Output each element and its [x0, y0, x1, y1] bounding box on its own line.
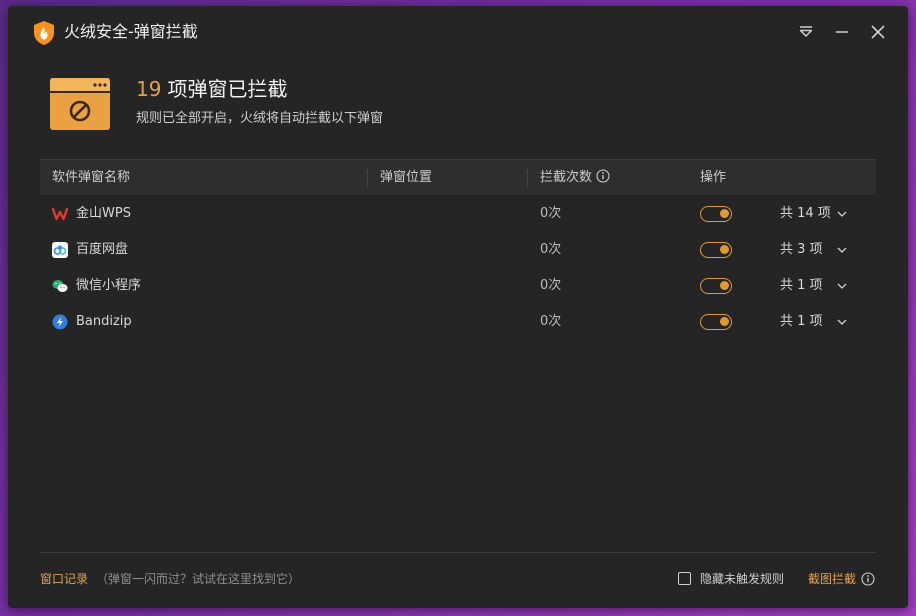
toggle-knob: [720, 245, 729, 254]
toggle-knob: [720, 209, 729, 218]
rule-toggle[interactable]: [700, 206, 732, 222]
info-icon[interactable]: [861, 572, 875, 586]
hide-untriggered-label[interactable]: 隐藏未触发规则: [700, 571, 784, 587]
block-count: 0次: [540, 278, 562, 293]
app-name: Bandizip: [76, 314, 132, 329]
blocked-count: 19: [136, 77, 162, 101]
table-row: 金山WPS 0次 共 14 项: [40, 196, 876, 232]
close-button[interactable]: [868, 22, 888, 42]
block-count: 0次: [540, 206, 562, 221]
header-popup-position: 弹窗位置: [380, 170, 433, 185]
window-record-link[interactable]: 窗口记录: [40, 571, 88, 587]
rule-total: 共 1 项: [780, 278, 823, 293]
header-divider: [527, 169, 528, 187]
header-block-count-label: 拦截次数: [540, 170, 593, 185]
menu-down-icon: [799, 26, 813, 37]
hero-title-text: 项弹窗已拦截: [167, 77, 288, 101]
rule-toggle[interactable]: [700, 314, 732, 330]
blocked-window-icon: [50, 78, 110, 130]
window-record-hint: （弹窗一闪而过？试试在这里找到它）: [96, 572, 301, 586]
screenshot-block-link[interactable]: 截图拦截: [808, 571, 856, 587]
rule-total: 共 1 项: [780, 314, 823, 329]
baidu-netdisk-icon: [52, 242, 68, 258]
header-actions: 操作: [700, 170, 727, 185]
block-count: 0次: [540, 242, 562, 257]
rule-total: 共 3 项: [780, 242, 823, 257]
hero-subtitle: 规则已全部开启，火绒将自动拦截以下弹窗: [136, 111, 384, 126]
app-name: 百度网盘: [76, 242, 129, 257]
wps-icon: [52, 207, 68, 221]
wechat-icon: [52, 280, 68, 292]
table-header: 软件弹窗名称 弹窗位置 拦截次数 操作: [40, 159, 876, 195]
app-name: 金山WPS: [76, 206, 131, 221]
app-name: 微信小程序: [76, 278, 142, 293]
table-row: Bandizip 0次 共 1 项: [40, 304, 876, 340]
minimize-icon: [836, 31, 848, 33]
chevron-down-icon[interactable]: [836, 316, 848, 328]
minimize-button[interactable]: [832, 22, 852, 42]
chevron-down-icon[interactable]: [836, 244, 848, 256]
chevron-down-icon[interactable]: [836, 208, 848, 220]
bandizip-icon: [52, 314, 68, 330]
popup-blocker-window: 火绒安全-弹窗拦截 19 项弹窗已拦截 规则已全部开启，火绒将自动拦截以下弹窗 …: [8, 6, 908, 608]
menu-button[interactable]: [796, 22, 816, 42]
header-block-count: 拦截次数: [540, 160, 610, 196]
block-count: 0次: [540, 314, 562, 329]
hero-title: 19 项弹窗已拦截: [136, 76, 287, 102]
hide-untriggered-checkbox[interactable]: [678, 572, 691, 585]
chevron-down-icon[interactable]: [836, 280, 848, 292]
header-app-name: 软件弹窗名称: [52, 170, 131, 185]
info-icon[interactable]: [596, 169, 610, 183]
title-bar[interactable]: 火绒安全-弹窗拦截: [8, 6, 908, 58]
rule-toggle[interactable]: [700, 278, 732, 294]
toggle-knob: [720, 317, 729, 326]
table-row: 微信小程序 0次 共 1 项: [40, 268, 876, 304]
rule-toggle[interactable]: [700, 242, 732, 258]
toggle-knob: [720, 281, 729, 290]
header-divider: [367, 169, 368, 187]
close-icon: [871, 25, 885, 39]
footer-divider: [40, 552, 876, 553]
table-row: 百度网盘 0次 共 3 项: [40, 232, 876, 268]
huorong-shield-icon: [34, 21, 54, 45]
rule-total: 共 14 项: [780, 206, 831, 221]
window-title: 火绒安全-弹窗拦截: [64, 22, 198, 41]
